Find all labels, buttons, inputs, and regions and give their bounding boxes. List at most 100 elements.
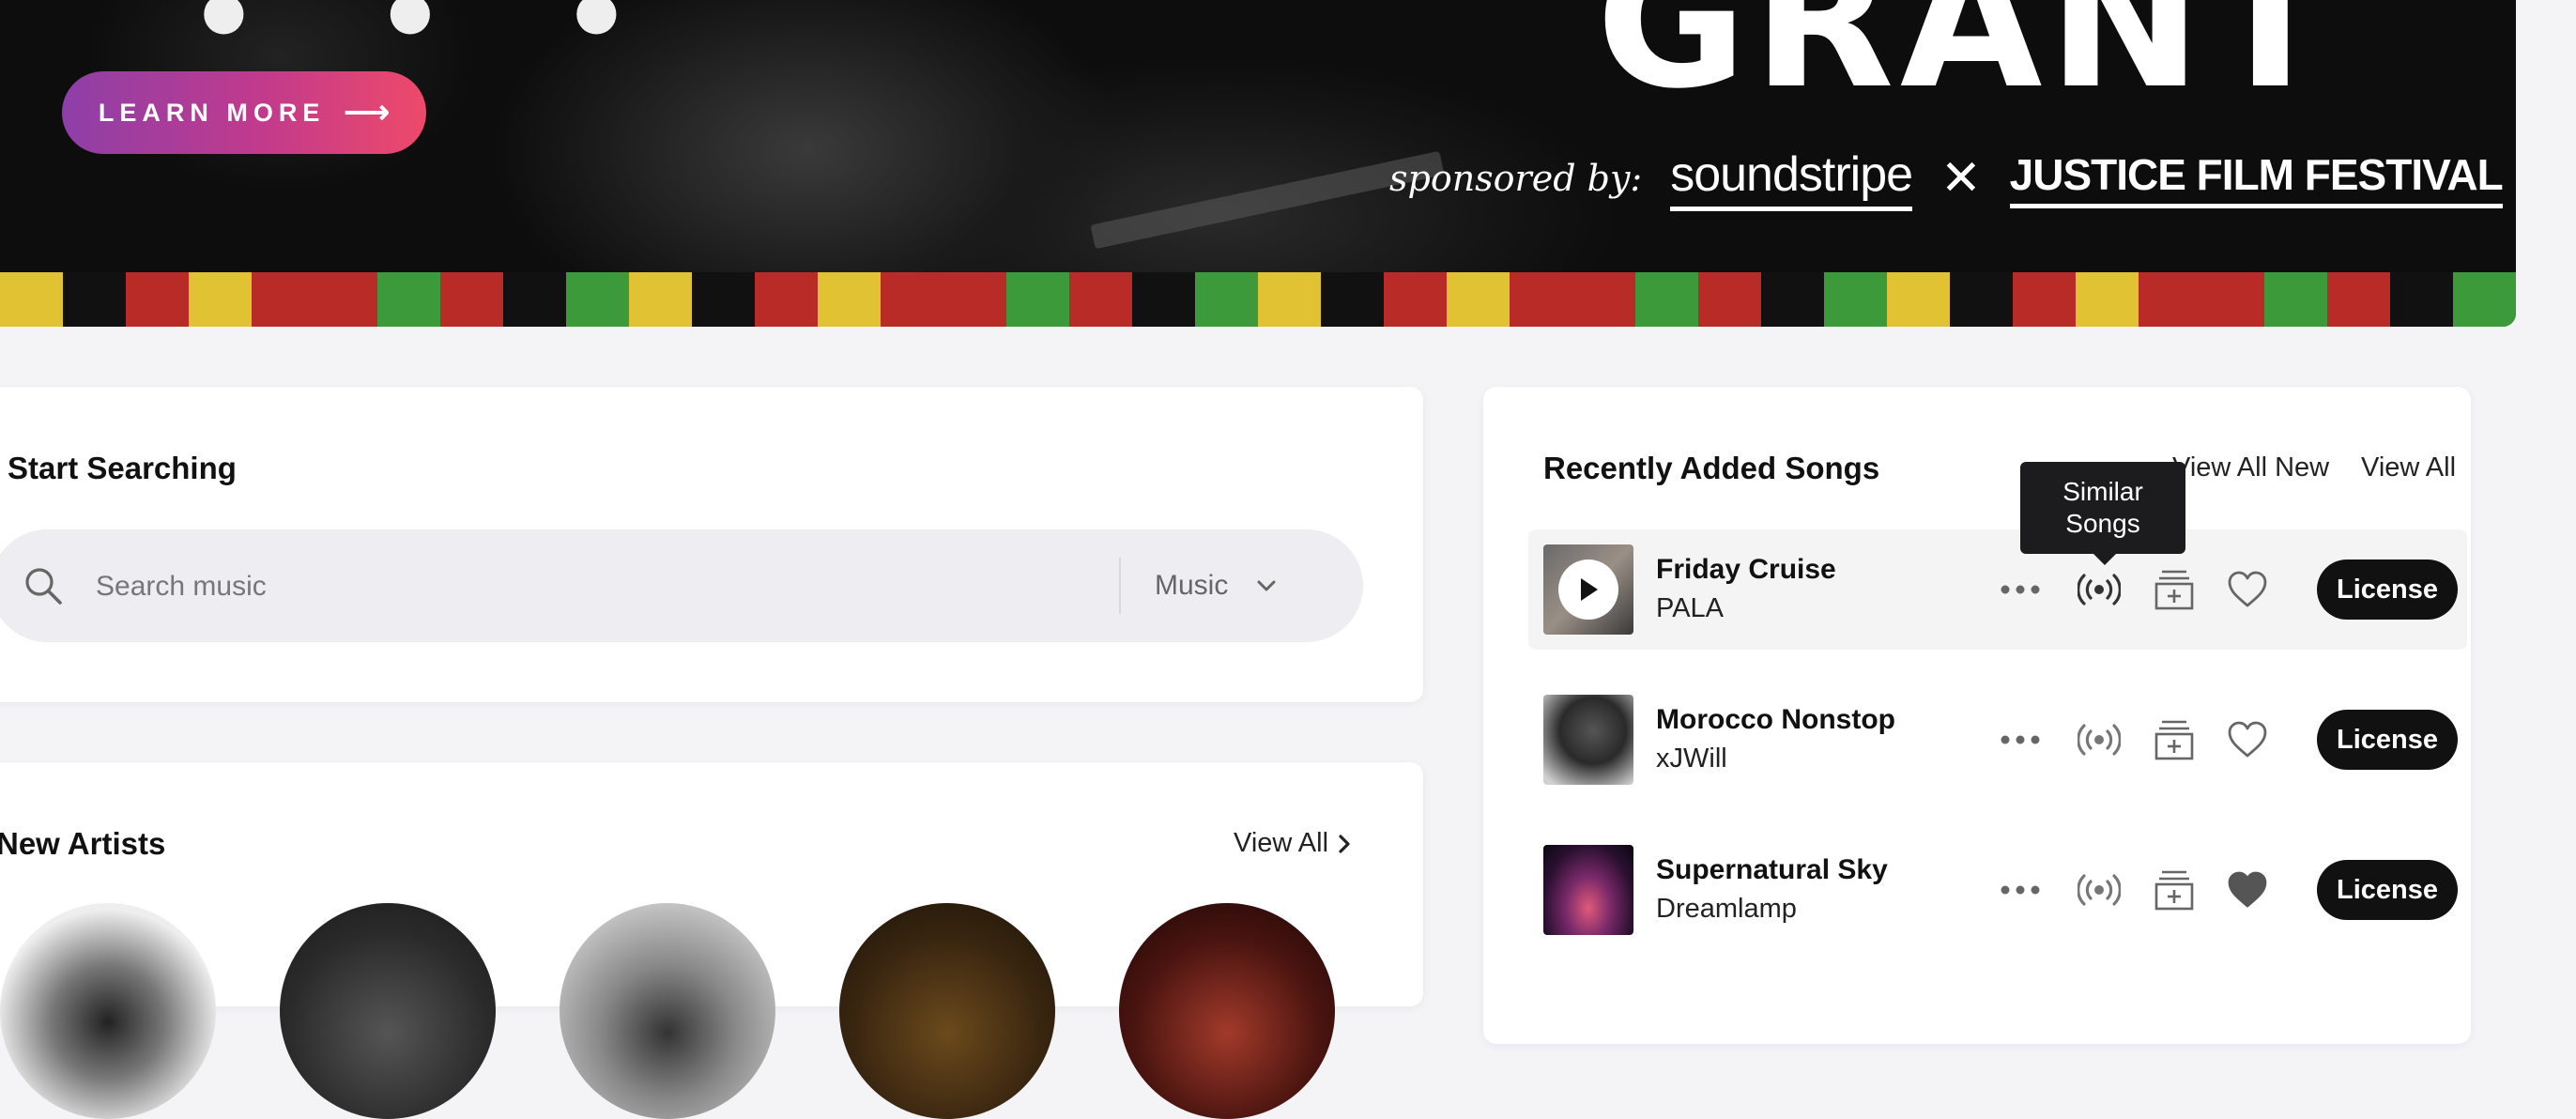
stripe-block <box>1195 272 1258 327</box>
stripe-block <box>63 272 126 327</box>
stripe-block <box>881 272 943 327</box>
search-divider <box>1119 558 1121 614</box>
tooltip-line-2: Songs <box>2065 509 2140 538</box>
stripe-block <box>314 272 377 327</box>
license-button[interactable]: License <box>2317 560 2458 620</box>
search-input[interactable] <box>94 560 1074 614</box>
stripe-block <box>1510 272 1572 327</box>
song-row[interactable]: Morocco Nonstop xJWill License <box>1528 680 2467 800</box>
stripe-block <box>1761 272 1824 327</box>
similar-songs-icon[interactable] <box>2077 567 2122 612</box>
stripe-block <box>1006 272 1069 327</box>
artist-avatar[interactable] <box>839 903 1055 1119</box>
stripe-block <box>566 272 629 327</box>
add-to-playlist-icon[interactable] <box>2152 717 2197 762</box>
license-button[interactable]: License <box>2317 860 2458 920</box>
stripe-block <box>2327 272 2390 327</box>
justice-film-festival-logo: JUSTICE FILM FESTIVAL <box>2009 149 2504 208</box>
song-artwork <box>1543 544 1633 635</box>
stripe-block <box>1447 272 1510 327</box>
stripe-block <box>2264 272 2327 327</box>
stripe-block <box>1069 272 1132 327</box>
search-heading: Start Searching <box>8 451 237 485</box>
play-button[interactable] <box>1558 560 1618 620</box>
sponsor-separator-icon: ✕ <box>1940 151 1982 206</box>
add-to-playlist-icon[interactable] <box>2152 867 2197 912</box>
stripe-block <box>943 272 1006 327</box>
song-title[interactable]: Morocco Nonstop <box>1656 704 1895 736</box>
artist-avatar[interactable] <box>0 903 216 1119</box>
song-artist[interactable]: xJWill <box>1656 743 1727 774</box>
song-title[interactable]: Supernatural Sky <box>1656 854 1888 886</box>
stripe-block <box>2453 272 2516 327</box>
stripe-block <box>2390 272 2453 327</box>
search-icon <box>25 568 62 605</box>
song-artist[interactable]: Dreamlamp <box>1656 894 1797 925</box>
view-all-new-link[interactable]: View All New <box>2172 452 2329 483</box>
stripe-block <box>818 272 881 327</box>
stripe-block <box>755 272 818 327</box>
stripe-block <box>1887 272 1950 327</box>
stripe-block <box>2139 272 2201 327</box>
stripe-block <box>1950 272 2013 327</box>
color-stripe-band <box>0 272 2516 327</box>
chevron-down-icon <box>1257 580 1276 591</box>
heart-icon[interactable] <box>2225 567 2270 612</box>
more-options-icon[interactable] <box>1998 567 2043 612</box>
stripe-block <box>440 272 503 327</box>
hero-banner: • • • GRANT LEARN MORE ⟶ sponsored by: s… <box>0 0 2516 327</box>
hero-partial-text: • • • <box>188 0 670 84</box>
artist-avatar[interactable] <box>280 903 496 1119</box>
stripe-block <box>2201 272 2264 327</box>
more-options-icon[interactable] <box>1998 867 2043 912</box>
stripe-block <box>692 272 755 327</box>
learn-more-button[interactable]: LEARN MORE ⟶ <box>62 71 426 154</box>
stripe-block <box>1572 272 1635 327</box>
song-row[interactable]: Friday Cruise PALA License <box>1528 529 2467 650</box>
arrow-right-icon: ⟶ <box>344 95 391 130</box>
play-icon <box>1581 578 1598 601</box>
start-searching-card: Start Searching Music <box>0 387 1423 702</box>
hero-title: GRANT <box>1596 0 2339 130</box>
search-type-dropdown[interactable]: Music <box>1155 565 1277 606</box>
stripe-block <box>1321 272 1384 327</box>
stripe-block <box>2013 272 2076 327</box>
sponsor-logos: sponsored by: soundstripe ✕ JUSTICE FILM… <box>1389 141 2504 216</box>
artist-avatar[interactable] <box>1119 903 1335 1119</box>
stripe-block <box>1824 272 1887 327</box>
sponsored-by-label: sponsored by: <box>1389 158 1643 199</box>
stripe-block <box>2076 272 2139 327</box>
search-bar[interactable]: Music <box>0 529 1363 642</box>
songs-view-all-link[interactable]: View All <box>2361 452 2456 483</box>
stripe-block <box>0 272 63 327</box>
new-artists-heading: New Artists <box>0 826 166 861</box>
similar-songs-icon[interactable] <box>2077 717 2122 762</box>
more-options-icon[interactable] <box>1998 717 2043 762</box>
soundstripe-logo: soundstripe <box>1670 146 1913 211</box>
stripe-block <box>629 272 692 327</box>
license-button[interactable]: License <box>2317 710 2458 770</box>
song-row[interactable]: Supernatural Sky Dreamlamp License <box>1528 830 2467 950</box>
stripe-block <box>1698 272 1761 327</box>
artists-view-all-link[interactable]: View All <box>1234 828 1351 859</box>
tooltip-line-1: Similar <box>2062 477 2143 506</box>
stripe-block <box>1635 272 1698 327</box>
new-artists-card: New Artists View All <box>0 762 1423 1119</box>
song-artwork <box>1543 695 1633 785</box>
similar-songs-icon[interactable] <box>2077 867 2122 912</box>
heart-filled-icon[interactable] <box>2225 867 2270 912</box>
stripe-block <box>189 272 252 327</box>
similar-songs-tooltip: Similar Songs <box>2020 462 2185 565</box>
artists-view-all-label: View All <box>1234 828 1329 858</box>
stripe-block <box>1384 272 1447 327</box>
artist-avatar[interactable] <box>560 903 775 1119</box>
stripe-block <box>1132 272 1195 327</box>
stripe-block <box>377 272 440 327</box>
stripe-block <box>503 272 566 327</box>
song-artist[interactable]: PALA <box>1656 593 1724 624</box>
stripe-block <box>252 272 314 327</box>
song-artwork <box>1543 845 1633 935</box>
heart-icon[interactable] <box>2225 717 2270 762</box>
add-to-playlist-icon[interactable] <box>2152 567 2197 612</box>
song-title[interactable]: Friday Cruise <box>1656 554 1836 586</box>
